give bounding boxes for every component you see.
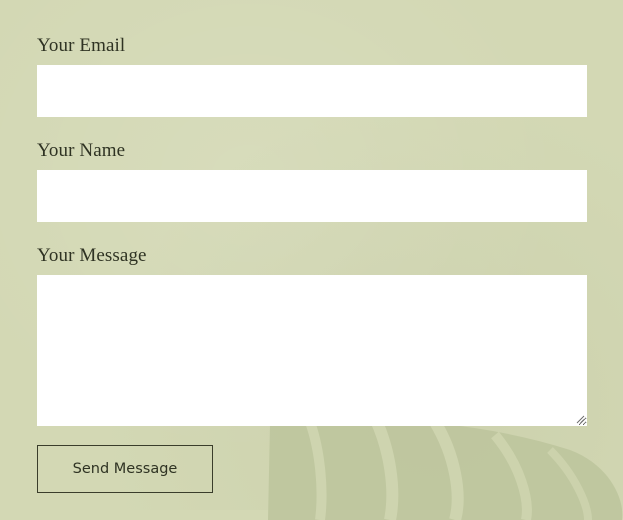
contact-form: Your Email Your Name Your Message Send M…: [37, 33, 587, 493]
name-field[interactable]: [37, 170, 587, 222]
message-label: Your Message: [37, 245, 147, 266]
name-group: Your Name: [37, 138, 587, 222]
message-group: Your Message: [37, 243, 587, 426]
email-group: Your Email: [37, 33, 587, 117]
name-label: Your Name: [37, 140, 126, 161]
send-message-button[interactable]: Send Message: [37, 445, 213, 493]
email-field[interactable]: [37, 65, 587, 117]
email-label: Your Email: [37, 35, 126, 56]
message-field-wrapper: [37, 275, 587, 426]
message-field[interactable]: [37, 275, 587, 426]
